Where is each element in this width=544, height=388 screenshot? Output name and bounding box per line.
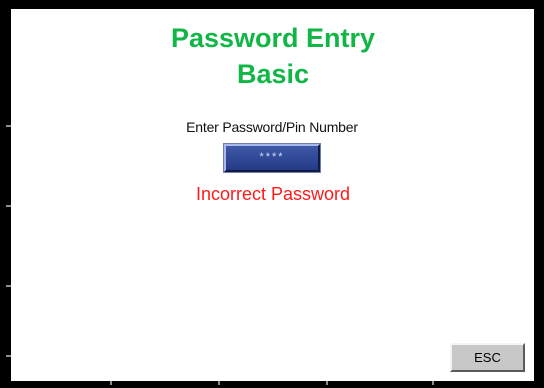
frame-tick	[110, 381, 112, 385]
password-input[interactable]: ****	[223, 143, 321, 173]
page-title: Password Entry	[170, 23, 376, 53]
frame-tick	[6, 205, 11, 207]
frame-tick	[326, 381, 328, 385]
frame-tick	[6, 285, 11, 287]
frame-tick	[432, 381, 434, 385]
error-message: Incorrect Password	[195, 184, 351, 204]
password-prompt-label: Enter Password/Pin Number	[186, 119, 358, 135]
esc-button[interactable]: ESC	[450, 343, 525, 372]
hmi-screen: Password Entry Basic Enter Password/Pin …	[0, 0, 544, 388]
frame-tick	[6, 355, 11, 357]
frame-tick	[218, 381, 220, 385]
page-subtitle: Basic	[236, 59, 310, 89]
